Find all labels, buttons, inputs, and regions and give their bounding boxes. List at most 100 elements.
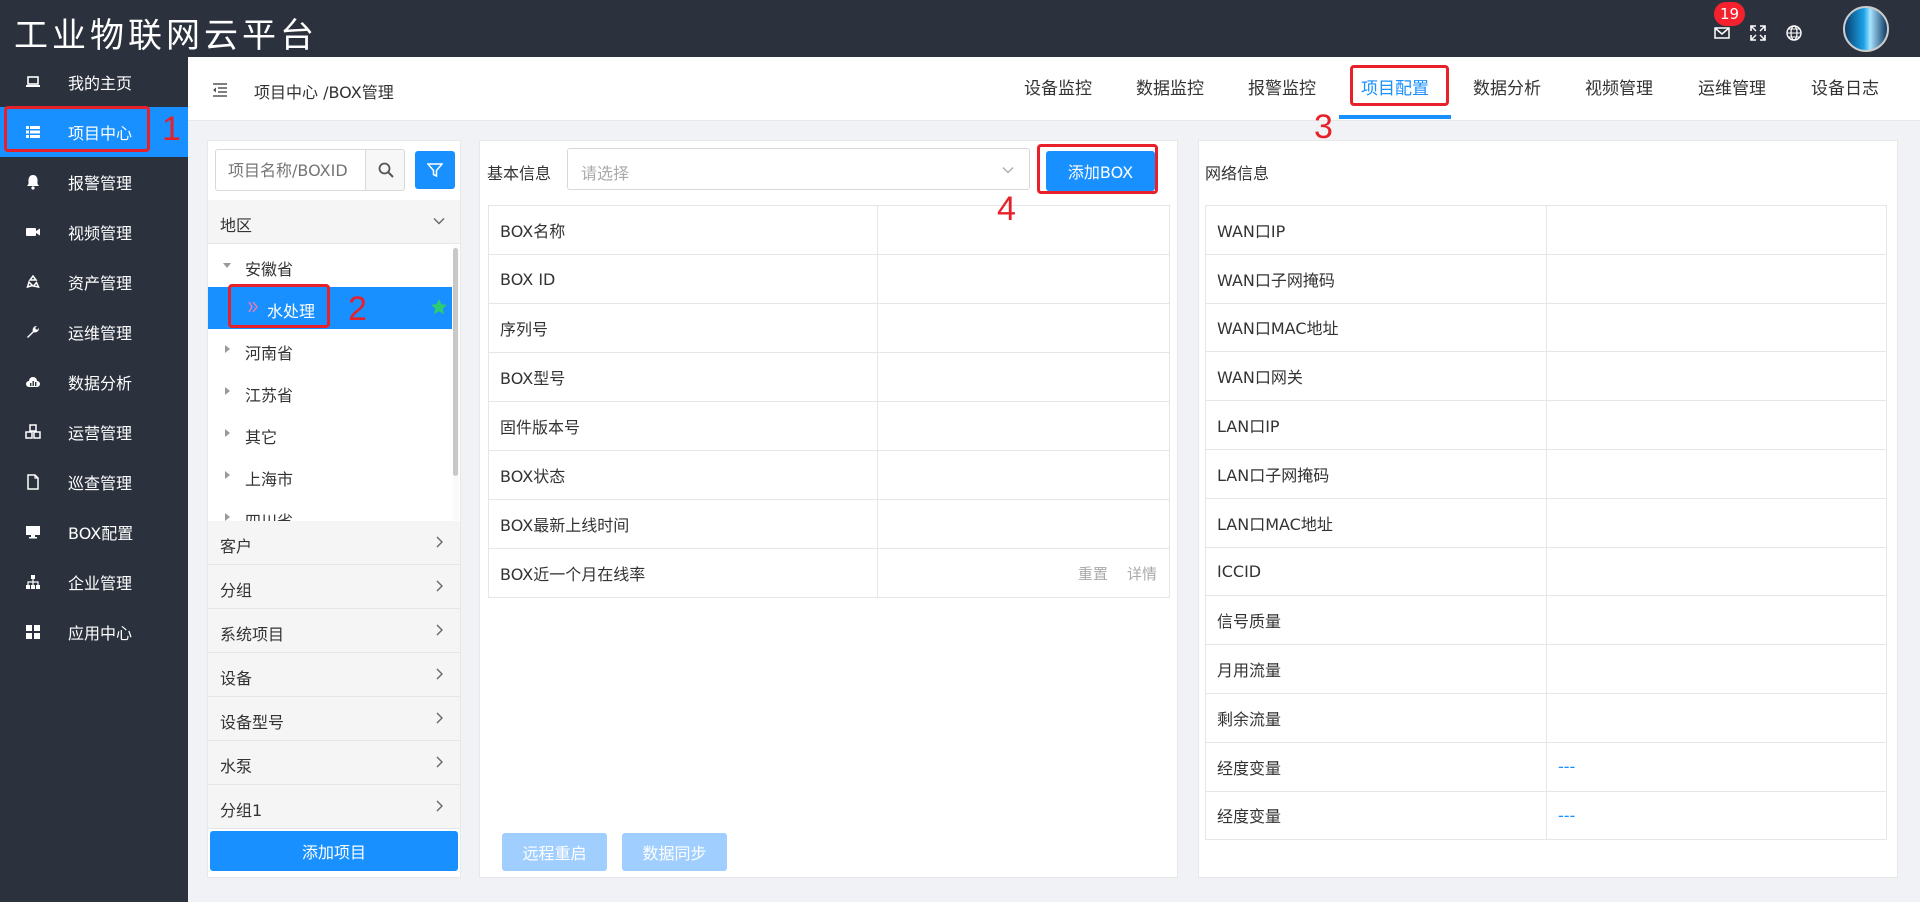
table-row: LAN口子网掩码 <box>1205 448 1887 499</box>
sidebar-item-box-config[interactable]: BOX配置 <box>0 507 188 557</box>
table-row: BOX状态 <box>488 450 1170 500</box>
wrench-icon <box>27 325 40 338</box>
table-row: WAN口子网掩码 <box>1205 253 1887 304</box>
table-row: ICCID <box>1205 546 1887 597</box>
accordion-region[interactable]: 地区 <box>208 200 460 244</box>
tree-node-sichuan[interactable]: 四川省 <box>208 497 452 521</box>
tab-ops-management[interactable]: 运维管理 <box>1698 74 1766 99</box>
tree-node-henan[interactable]: 河南省 <box>208 329 452 371</box>
basic-info-table: BOX名称 BOX ID 序列号 BOX型号 固件版本号 BOX状态 BOX最新… <box>488 205 1170 598</box>
basic-info-label: 基本信息 <box>487 164 552 183</box>
chevron-down-icon <box>433 218 445 225</box>
video-icon <box>26 228 40 236</box>
data-sync-button[interactable]: 数据同步 <box>622 833 727 871</box>
sidebar-item-inspection[interactable]: 巡查管理 <box>0 457 188 507</box>
sidebar-item-app-center[interactable]: 应用中心 <box>0 607 188 657</box>
box-select[interactable]: 请选择 <box>567 148 1030 190</box>
tree-node-shanghai[interactable]: 上海市 <box>208 455 452 497</box>
caret-right-icon <box>225 471 230 479</box>
add-project-button[interactable]: 添加项目 <box>210 831 458 871</box>
annotation-box-3 <box>1350 65 1449 106</box>
fullscreen-icon[interactable] <box>1749 24 1767 42</box>
caret-down-icon <box>223 263 231 268</box>
basic-info-panel: 基本信息 请选择 添加BOX BOX名称 BOX ID 序列号 BOX型号 固件… <box>479 140 1178 878</box>
notification-badge: 19 <box>1714 2 1746 26</box>
tree-scrollbar[interactable] <box>453 248 458 476</box>
filter-button[interactable] <box>415 151 455 189</box>
table-row: BOX ID <box>488 254 1170 304</box>
sidebar-item-operations[interactable]: 运营管理 <box>0 407 188 457</box>
tree-node-anhui[interactable]: 安徽省 <box>208 245 452 287</box>
table-row: WAN口网关 <box>1205 351 1887 402</box>
annotation-number-2: 2 <box>348 290 367 328</box>
avatar[interactable] <box>1843 6 1889 52</box>
chevron-down-icon <box>1002 167 1014 174</box>
header-bar: 项目中心 /BOX管理 设备监控 数据监控 报警监控 项目配置 数据分析 视频管… <box>188 57 1920 121</box>
mail-icon[interactable] <box>1713 24 1731 42</box>
laptop-icon <box>26 76 40 87</box>
table-row: WAN口MAC地址 <box>1205 302 1887 353</box>
accordion-group1[interactable]: 分组1 <box>208 785 460 829</box>
sidebar-item-assets[interactable]: 资产管理 <box>0 257 188 307</box>
details-link[interactable]: 详情 <box>1127 565 1157 583</box>
accordion-device-model[interactable]: 设备型号 <box>208 697 460 741</box>
table-row: WAN口IP <box>1205 205 1887 255</box>
top-bar: 工业物联网云平台 19 <box>0 0 1920 57</box>
chevron-right-icon <box>436 536 443 548</box>
annotation-number-1: 1 <box>162 110 181 148</box>
file-icon <box>27 474 39 490</box>
accordion-system-project[interactable]: 系统项目 <box>208 609 460 653</box>
tab-device-log[interactable]: 设备日志 <box>1811 74 1879 99</box>
table-row: 经度变量 --- <box>1205 790 1887 841</box>
annotation-box-1 <box>4 106 150 152</box>
accordion-pump[interactable]: 水泵 <box>208 741 460 785</box>
table-row: 固件版本号 <box>488 401 1170 451</box>
accordion-customer[interactable]: 客户 <box>208 521 460 565</box>
chevron-right-icon <box>436 580 443 592</box>
tab-device-monitor[interactable]: 设备监控 <box>1024 74 1092 99</box>
table-row: BOX名称 <box>488 205 1170 255</box>
network-info-label: 网络信息 <box>1205 164 1270 183</box>
sidebar-item-maintenance[interactable]: 运维管理 <box>0 307 188 357</box>
grid-icon <box>26 625 40 639</box>
sidebar-item-data-analysis[interactable]: 数据分析 <box>0 357 188 407</box>
chevron-right-icon <box>436 624 443 636</box>
tab-data-analysis[interactable]: 数据分析 <box>1473 74 1541 99</box>
annotation-number-4: 4 <box>997 190 1016 228</box>
accordion-group[interactable]: 分组 <box>208 565 460 609</box>
accordion-device[interactable]: 设备 <box>208 653 460 697</box>
star-icon[interactable] <box>430 298 448 316</box>
active-tab-indicator <box>1339 115 1451 119</box>
sidebar-item-enterprise[interactable]: 企业管理 <box>0 557 188 607</box>
table-row: BOX近一个月在线率 重置 详情 <box>488 548 1170 598</box>
tab-data-monitor[interactable]: 数据监控 <box>1136 74 1204 99</box>
filter-icon <box>427 163 443 178</box>
table-row: BOX最新上线时间 <box>488 499 1170 549</box>
collapse-menu-icon[interactable] <box>212 83 228 97</box>
sidebar-item-video[interactable]: 视频管理 <box>0 207 188 257</box>
reset-link[interactable]: 重置 <box>1078 565 1108 583</box>
tab-video-management[interactable]: 视频管理 <box>1585 74 1653 99</box>
chevron-right-icon <box>436 756 443 768</box>
monitor-icon <box>26 526 40 539</box>
caret-right-icon <box>225 345 230 353</box>
cubes-icon <box>25 424 41 439</box>
sitemap-icon <box>26 575 40 589</box>
remote-restart-button[interactable]: 远程重启 <box>502 833 607 871</box>
network-info-table: WAN口IP WAN口子网掩码 WAN口MAC地址 WAN口网关 LAN口IP … <box>1205 205 1887 841</box>
search-input[interactable] <box>215 149 365 191</box>
table-row: BOX型号 <box>488 352 1170 402</box>
table-row: LAN口MAC地址 <box>1205 497 1887 548</box>
search-button[interactable] <box>365 149 405 191</box>
table-row: 月用流量 <box>1205 644 1887 694</box>
sidebar-item-alarm[interactable]: 报警管理 <box>0 157 188 207</box>
bell-icon <box>27 175 39 190</box>
tree-node-jiangsu[interactable]: 江苏省 <box>208 371 452 413</box>
table-row: LAN口IP <box>1205 400 1887 450</box>
tree-node-other[interactable]: 其它 <box>208 413 452 455</box>
sidebar-item-home[interactable]: 我的主页 <box>0 57 188 107</box>
cloud-chart-icon <box>26 377 40 387</box>
tab-alarm-monitor[interactable]: 报警监控 <box>1248 74 1316 99</box>
globe-icon[interactable] <box>1785 24 1803 42</box>
sidebar: 我的主页 项目中心 报警管理 视频管理 资产管理 运维管理 数据分析 运营管理 … <box>0 57 188 902</box>
